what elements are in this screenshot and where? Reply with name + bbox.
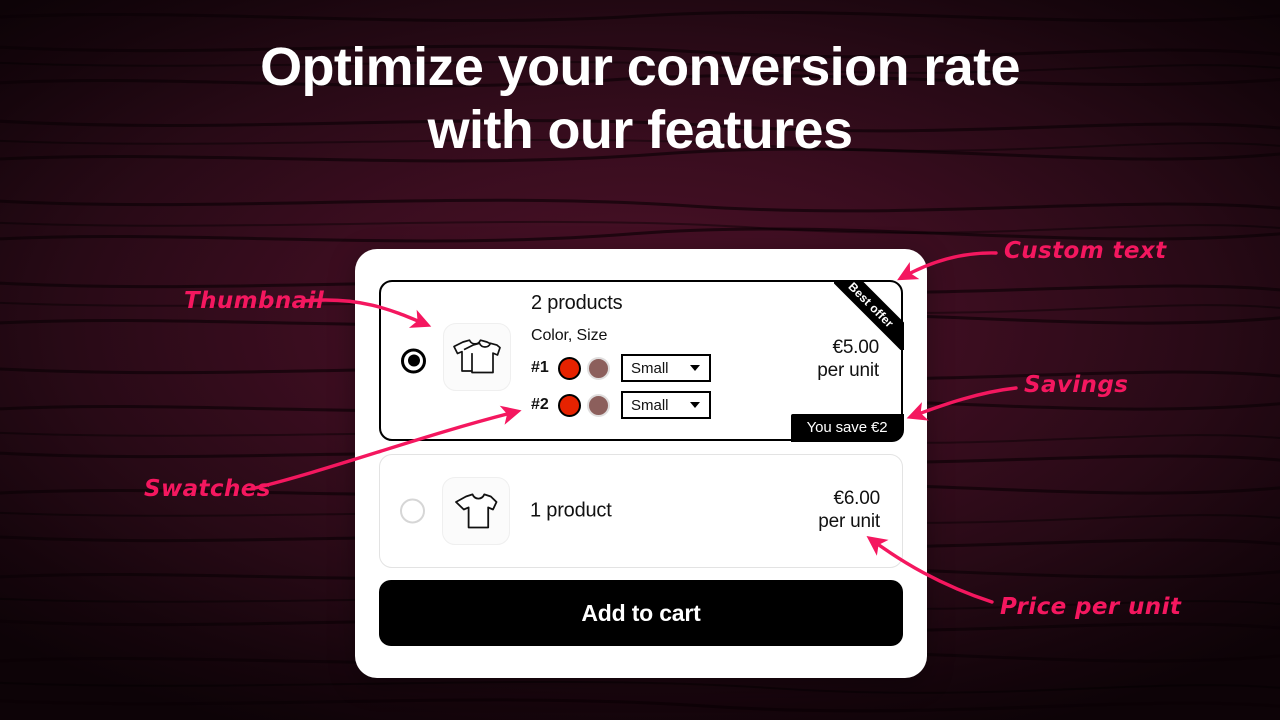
variant-number: #1 [531, 359, 549, 376]
page-title: Optimize your conversion rate with our f… [0, 36, 1280, 162]
offer-title: 1 product [530, 499, 612, 522]
tshirt-icon [453, 491, 499, 531]
offer-body-2-products: 2 products Color, Size #1 Small #2 Small [531, 292, 711, 419]
headline-line-1: Optimize your conversion rate [260, 37, 1020, 97]
offer-radio-2-products[interactable] [401, 348, 426, 373]
chevron-down-icon [690, 365, 700, 371]
offer-thumbnail-2-products [443, 323, 511, 391]
swatch-red[interactable] [558, 356, 581, 380]
offer-card-1-product[interactable]: 1 product €6.00 per unit [379, 454, 903, 568]
offer-thumbnail-1-product [442, 477, 510, 545]
savings-badge: You save €2 [790, 413, 904, 442]
variant-row-1: #1 Small [531, 354, 711, 382]
best-offer-ribbon-label: Best offer [833, 279, 904, 350]
swatch-red[interactable] [558, 393, 581, 417]
offer-price-unit: per unit [817, 360, 879, 382]
size-select-2[interactable]: Small [621, 391, 711, 419]
add-to-cart-button[interactable]: Add to cart [379, 580, 903, 646]
product-offers-panel: 2 products Color, Size #1 Small #2 Small [355, 249, 927, 678]
chevron-down-icon [690, 402, 700, 408]
variant-number: #2 [531, 396, 549, 413]
swatch-mauve[interactable] [587, 356, 610, 380]
offer-price-block-1-product: €6.00 per unit [818, 487, 880, 533]
size-select-value: Small [631, 396, 669, 414]
offer-title: 2 products [531, 292, 623, 314]
variant-row-2: #2 Small [531, 391, 711, 419]
swatch-mauve[interactable] [587, 393, 610, 417]
stacked-tshirts-icon [451, 337, 503, 377]
size-select-1[interactable]: Small [621, 354, 711, 382]
offer-radio-1-product[interactable] [400, 498, 425, 524]
offer-card-2-products[interactable]: 2 products Color, Size #1 Small #2 Small [379, 279, 904, 442]
size-select-value: Small [631, 359, 669, 377]
offer-price: €6.00 [833, 488, 880, 509]
offer-price-unit: per unit [818, 511, 880, 533]
headline-line-2: with our features [427, 100, 853, 161]
best-offer-ribbon: Best offer [833, 279, 904, 350]
offer-options-label: Color, Size [531, 327, 608, 344]
